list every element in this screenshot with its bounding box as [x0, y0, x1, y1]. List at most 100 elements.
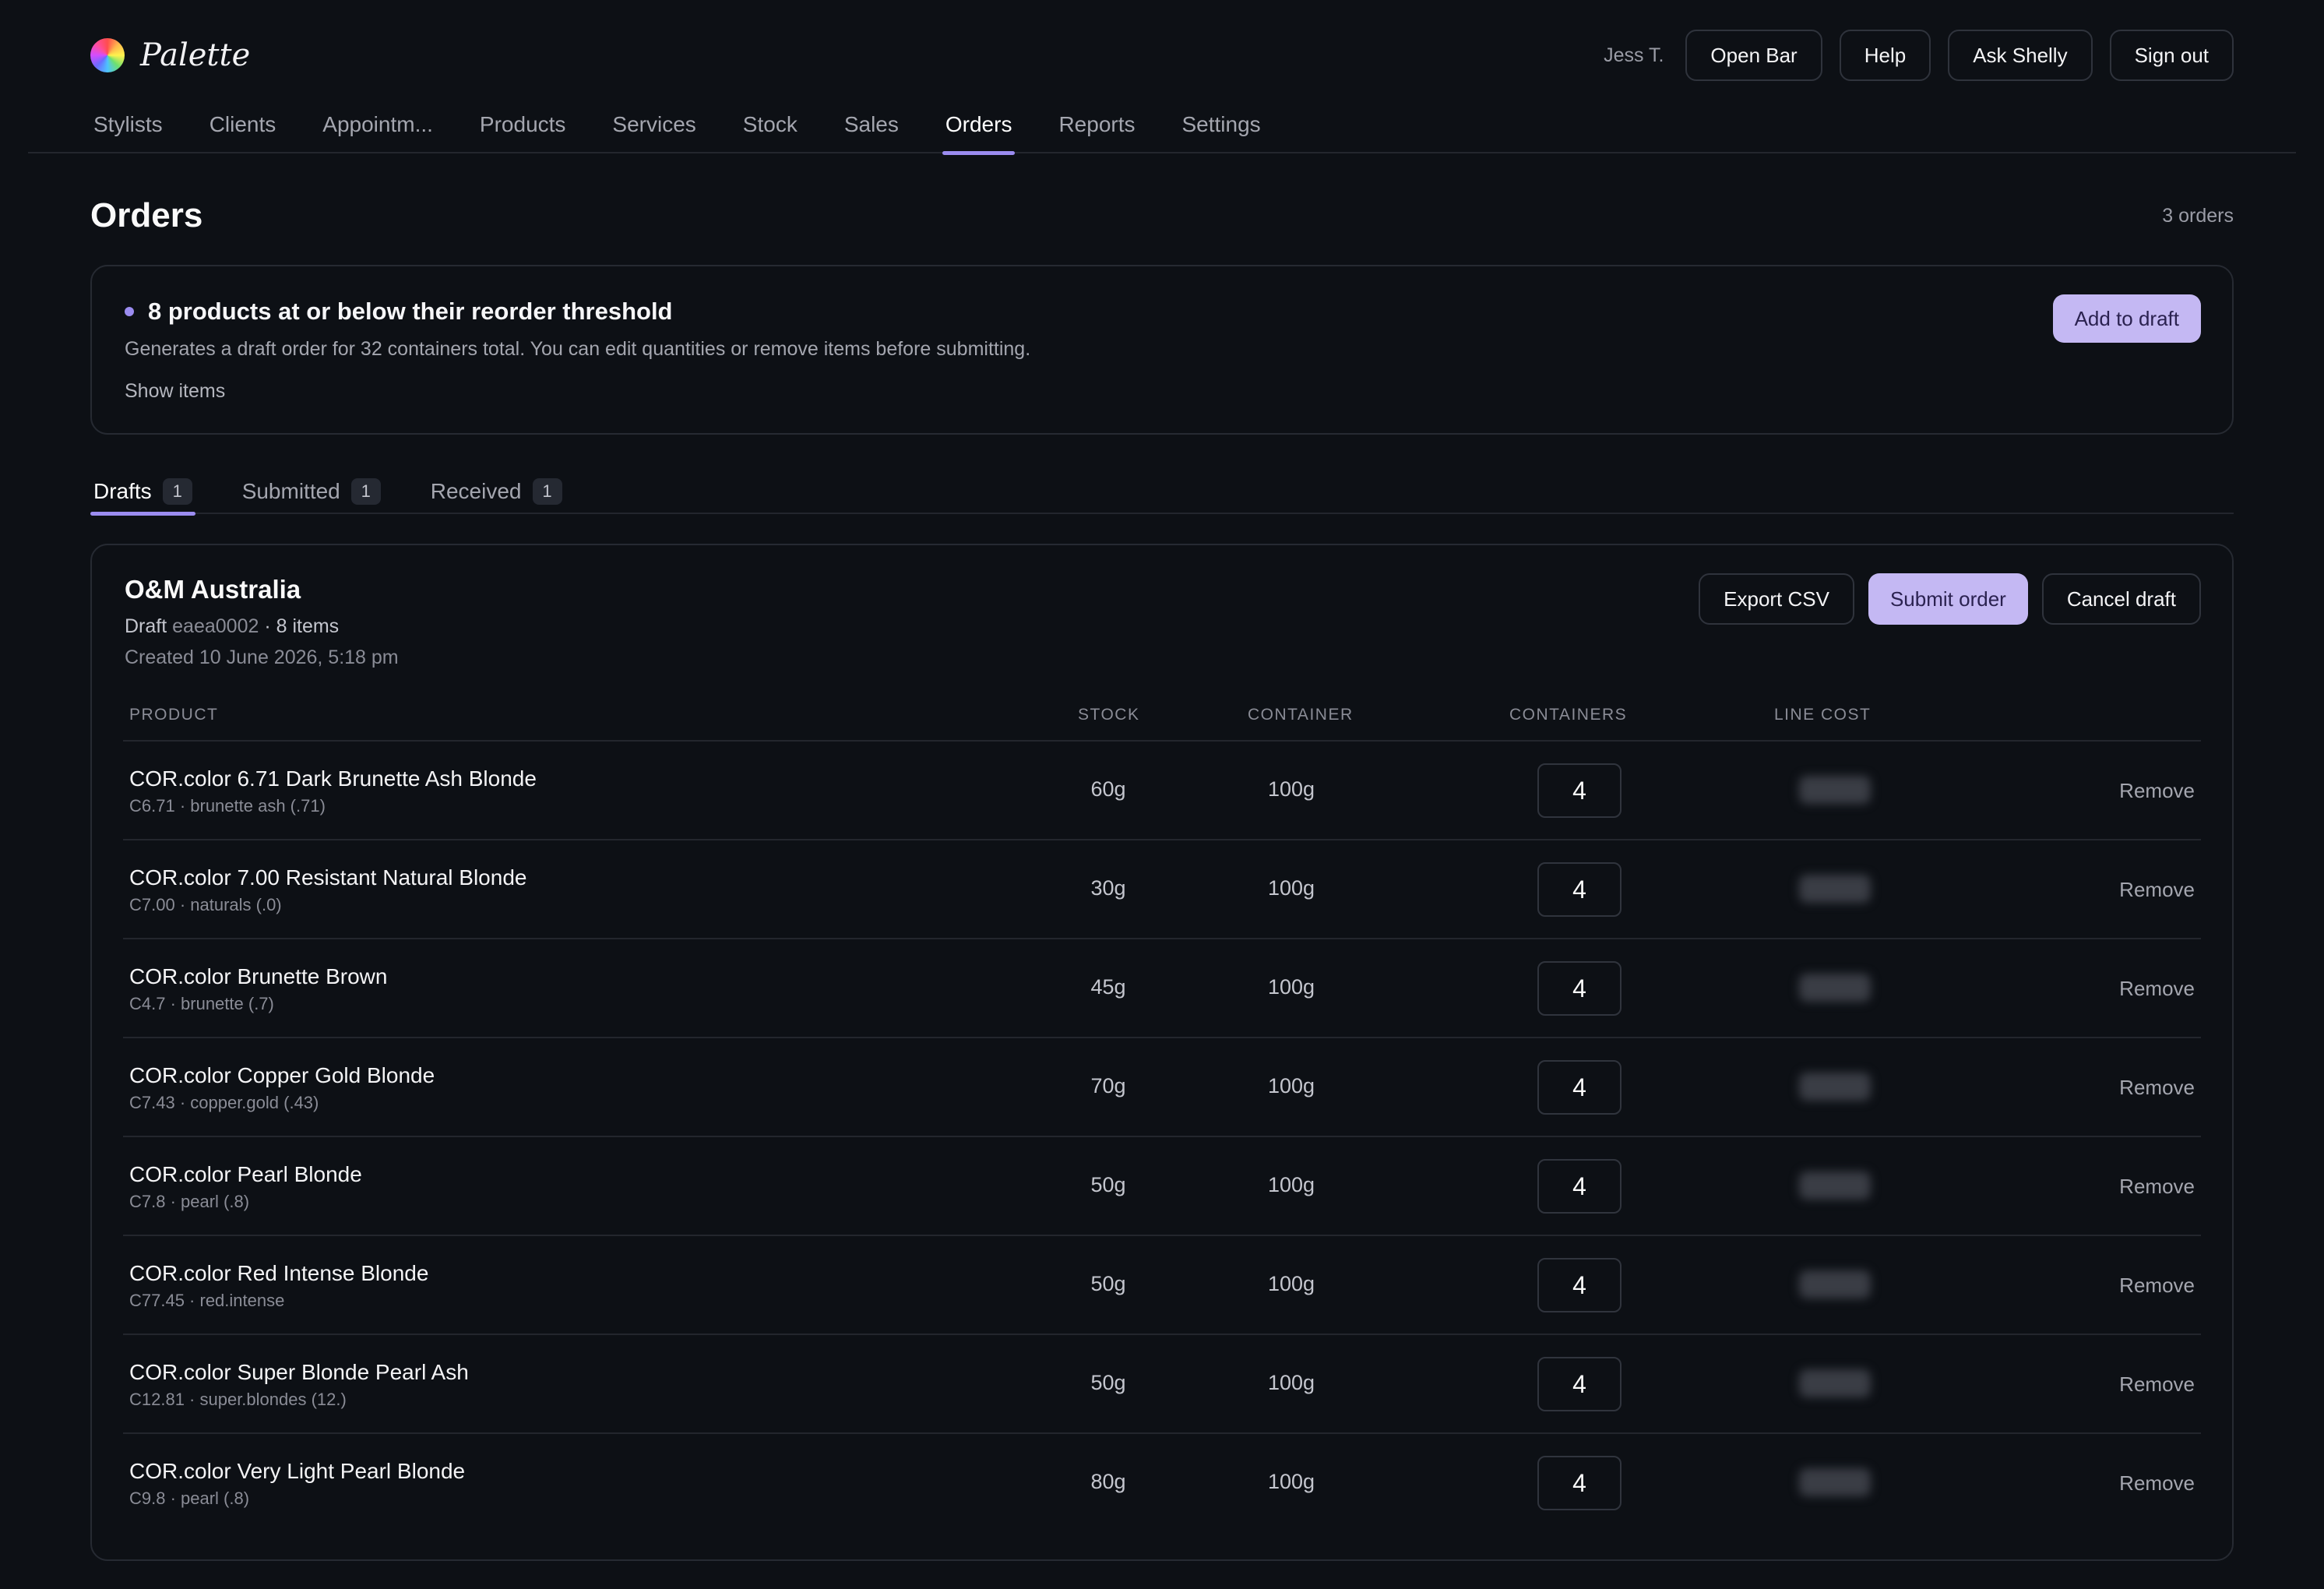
- tab-label: Submitted: [241, 479, 340, 503]
- reorder-alert-description: Generates a draft order for 32 container…: [125, 338, 1031, 360]
- product-name: COR.color 6.71 Dark Brunette Ash Blonde: [129, 766, 537, 791]
- draft-id: eaea0002: [172, 615, 259, 637]
- product-name: COR.color Copper Gold Blonde: [129, 1063, 435, 1087]
- product-meta: C77.45 · red.intense: [129, 1291, 285, 1310]
- tab-submitted[interactable]: Submitted 1: [239, 469, 384, 514]
- nav-item-settings[interactable]: Settings: [1179, 106, 1264, 153]
- submit-order-button[interactable]: Submit order: [1868, 573, 2028, 625]
- line-cost-redacted: [1799, 875, 1871, 903]
- export-csv-button[interactable]: Export CSV: [1699, 573, 1854, 625]
- product-name: COR.color Super Blonde Pearl Ash: [129, 1360, 469, 1384]
- ask-shelly-button[interactable]: Ask Shelly: [1948, 30, 2093, 81]
- container-size: 100g: [1267, 975, 1315, 999]
- palette-logo-icon: [90, 38, 125, 72]
- table-row: COR.color Red Intense Blonde C77.45 · re…: [123, 1236, 2201, 1335]
- nav-item-services[interactable]: Services: [609, 106, 699, 153]
- containers-quantity-input[interactable]: [1537, 1357, 1622, 1411]
- table-row: COR.color Copper Gold Blonde C7.43 · cop…: [123, 1038, 2201, 1137]
- remove-item-button[interactable]: Remove: [2119, 1274, 2195, 1298]
- add-to-draft-button[interactable]: Add to draft: [2052, 294, 2201, 343]
- tab-received[interactable]: Received 1: [428, 469, 565, 514]
- tab-drafts[interactable]: Drafts 1: [90, 469, 195, 516]
- stock-value: 70g: [1090, 1074, 1126, 1098]
- stock-value: 45g: [1090, 975, 1126, 999]
- nav-item-appointments[interactable]: Appointm...: [319, 106, 436, 153]
- column-header-product: PRODUCT: [129, 706, 219, 724]
- reorder-alert-title: 8 products at or below their reorder thr…: [125, 298, 673, 326]
- remove-item-button[interactable]: Remove: [2119, 1372, 2195, 1397]
- orders-page: Palette Jess T. Open Bar Help Ask Shelly…: [0, 0, 2324, 1589]
- tab-count-badge: 1: [532, 478, 562, 505]
- tab-count-badge: 1: [162, 478, 192, 505]
- containers-quantity-input[interactable]: [1537, 1159, 1622, 1214]
- remove-item-button[interactable]: Remove: [2119, 1175, 2195, 1199]
- column-header-line-cost: LINE COST: [1774, 706, 1872, 724]
- cancel-draft-button[interactable]: Cancel draft: [2041, 573, 2201, 625]
- line-cost-redacted: [1799, 974, 1871, 1002]
- order-count: 3 orders: [2162, 204, 2234, 227]
- remove-item-button[interactable]: Remove: [2119, 779, 2195, 803]
- order-actions: Export CSV Submit order Cancel draft: [1699, 573, 2201, 625]
- table-row: COR.color Pearl Blonde C7.8 · pearl (.8)…: [123, 1137, 2201, 1236]
- stock-value: 80g: [1090, 1470, 1126, 1493]
- container-size: 100g: [1267, 1173, 1315, 1196]
- containers-quantity-input[interactable]: [1537, 1060, 1622, 1115]
- container-size: 100g: [1267, 1272, 1315, 1295]
- header-actions: Jess T. Open Bar Help Ask Shelly Sign ou…: [1604, 30, 2234, 81]
- tab-label: Received: [430, 479, 522, 503]
- draft-status: Draft: [125, 615, 167, 637]
- open-bar-button[interactable]: Open Bar: [1685, 30, 1822, 81]
- product-meta: C9.8 · pearl (.8): [129, 1489, 250, 1508]
- brand[interactable]: Palette: [90, 37, 250, 73]
- help-button[interactable]: Help: [1839, 30, 1931, 81]
- stock-value: 50g: [1090, 1173, 1126, 1196]
- product-name: COR.color 7.00 Resistant Natural Blonde: [129, 865, 527, 890]
- current-user: Jess T.: [1604, 44, 1664, 66]
- nav-item-stylists[interactable]: Stylists: [90, 106, 166, 153]
- table-row: COR.color Very Light Pearl Blonde C9.8 ·…: [123, 1434, 2201, 1533]
- nav-item-products[interactable]: Products: [477, 106, 569, 153]
- containers-quantity-input[interactable]: [1537, 763, 1622, 818]
- containers-quantity-input[interactable]: [1537, 1258, 1622, 1312]
- page-title: Orders: [90, 196, 203, 234]
- container-size: 100g: [1267, 1074, 1315, 1098]
- container-size: 100g: [1267, 876, 1315, 900]
- nav-item-sales[interactable]: Sales: [841, 106, 902, 153]
- line-cost-redacted: [1799, 776, 1871, 804]
- containers-quantity-input[interactable]: [1537, 1456, 1622, 1510]
- container-size: 100g: [1267, 1470, 1315, 1493]
- remove-item-button[interactable]: Remove: [2119, 1076, 2195, 1100]
- product-meta: C7.8 · pearl (.8): [129, 1192, 250, 1211]
- status-dot-icon: [125, 307, 134, 316]
- product-meta: C4.7 · brunette (.7): [129, 994, 274, 1013]
- containers-quantity-input[interactable]: [1537, 862, 1622, 917]
- brand-name: Palette: [140, 37, 251, 73]
- table-header: PRODUCT STOCK CONTAINER CONTAINERS LINE …: [123, 701, 2201, 742]
- line-cost-redacted: [1799, 1468, 1871, 1496]
- line-cost-redacted: [1799, 1270, 1871, 1298]
- nav-item-clients[interactable]: Clients: [206, 106, 280, 153]
- created-timestamp: Created 10 June 2026, 5:18 pm: [125, 647, 399, 668]
- containers-quantity-input[interactable]: [1537, 961, 1622, 1016]
- stock-value: 50g: [1090, 1371, 1126, 1394]
- line-cost-redacted: [1799, 1171, 1871, 1200]
- page-title-row: Orders 3 orders: [90, 196, 2234, 235]
- line-cost-redacted: [1799, 1073, 1871, 1101]
- table-body: COR.color 6.71 Dark Brunette Ash Blonde …: [123, 742, 2201, 1533]
- stock-value: 30g: [1090, 876, 1126, 900]
- nav-item-stock[interactable]: Stock: [740, 106, 801, 153]
- remove-item-button[interactable]: Remove: [2119, 1471, 2195, 1496]
- remove-item-button[interactable]: Remove: [2119, 878, 2195, 902]
- stock-value: 50g: [1090, 1272, 1126, 1295]
- nav-item-orders[interactable]: Orders: [942, 106, 1016, 155]
- sign-out-button[interactable]: Sign out: [2109, 30, 2234, 81]
- product-meta: C7.00 · naturals (.0): [129, 895, 282, 914]
- tab-count-badge: 1: [350, 478, 381, 505]
- column-header-stock: STOCK: [1078, 706, 1140, 724]
- nav-item-reports[interactable]: Reports: [1055, 106, 1138, 153]
- reorder-alert-title-text: 8 products at or below their reorder thr…: [148, 298, 673, 325]
- remove-item-button[interactable]: Remove: [2119, 977, 2195, 1001]
- order-status-tabs: Drafts 1 Submitted 1 Received 1: [90, 469, 2234, 516]
- table-row: COR.color 6.71 Dark Brunette Ash Blonde …: [123, 742, 2201, 840]
- show-items-link[interactable]: Show items: [125, 380, 225, 403]
